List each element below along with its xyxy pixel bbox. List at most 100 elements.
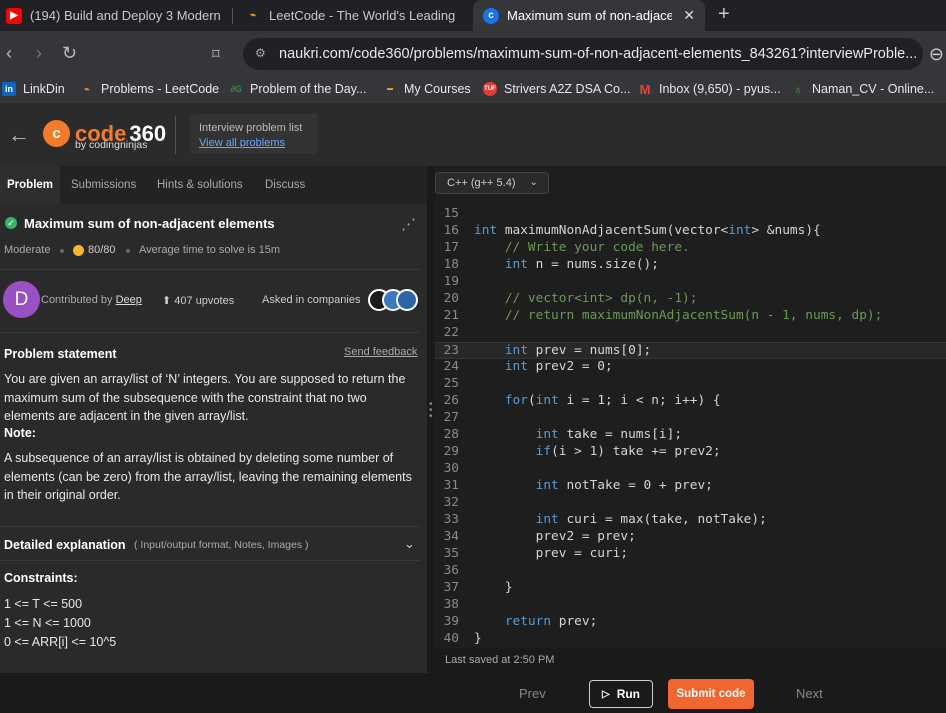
bookmark-gmail[interactable]: M Inbox (9,650) - pyus... <box>638 82 781 97</box>
divider <box>0 526 420 527</box>
code-line[interactable]: 16 int maximumNonAdjacentSum(vector<int> … <box>435 223 946 240</box>
contributor-link[interactable]: Deep <box>116 294 142 306</box>
tab-discuss[interactable]: Discuss <box>265 166 305 204</box>
code-line[interactable]: 15 <box>435 206 946 223</box>
bookmark-leetcode[interactable]: ⌁ Problems - LeetCode <box>80 82 219 96</box>
browser-tab-leetcode[interactable]: ⌁ LeetCode - The World's Leading Onl <box>245 0 458 31</box>
submit-code-button[interactable]: Submit code <box>668 679 754 709</box>
browser-tab-active[interactable]: c Maximum sum of non-adjacent ✕ <box>473 0 705 31</box>
url-text: naukri.com/code360/problems/maximum-sum-… <box>279 46 918 62</box>
code-line[interactable]: 38 <box>435 597 946 614</box>
problem-title: Maximum sum of non-adjacent elements <box>24 216 275 231</box>
bookmark-label: LinkDin <box>23 82 65 96</box>
line-number: 17 <box>443 240 459 255</box>
back-icon[interactable]: ‹ <box>6 43 12 64</box>
code-line[interactable]: 23 int prev = nums[0]; <box>435 342 946 359</box>
constraint-line: 1 <= N <= 1000 <box>4 616 91 630</box>
browser-tab-youtube[interactable]: ▶ (194) Build and Deploy 3 Modern UI <box>6 0 221 31</box>
codingninjas-icon: c <box>483 7 499 24</box>
next-button[interactable]: Next <box>796 686 823 701</box>
view-all-problems-link[interactable]: View all problems <box>199 137 285 149</box>
detailed-explanation-heading[interactable]: Detailed explanation <box>4 538 126 552</box>
company-logo-icon[interactable] <box>396 289 418 311</box>
browser-nav-bar: ‹ › ↻ ⌑ ⚙ naukri.com/code360/problems/ma… <box>0 31 946 78</box>
code-line[interactable]: 30 <box>435 461 946 478</box>
line-number: 39 <box>443 614 459 629</box>
code-line[interactable]: 40} <box>435 631 946 648</box>
code-line[interactable]: 26 for(int i = 1; i < n; i++) { <box>435 393 946 410</box>
line-number: 22 <box>443 325 459 340</box>
code-line[interactable]: 37 } <box>435 580 946 597</box>
code-editor[interactable]: 15 16 int maximumNonAdjacentSum(vector<int… <box>435 202 946 648</box>
line-number: 28 <box>443 427 459 442</box>
code-text: int maximumNonAdjacentSum(vector<int> &n… <box>474 223 821 238</box>
bookmark-star-icon[interactable]: ⌑ <box>212 45 220 63</box>
upvotes[interactable]: ⬆ 407 upvotes <box>162 294 234 307</box>
divider <box>0 332 420 333</box>
bookmark-label: Problems - LeetCode <box>101 82 220 96</box>
tab-hints-solutions[interactable]: Hints & solutions <box>157 166 243 204</box>
solved-check-icon: ✓ <box>5 217 17 229</box>
reload-icon[interactable]: ↻ <box>62 43 77 64</box>
code-line[interactable]: 39 return prev; <box>435 614 946 631</box>
code-line[interactable]: 18 int n = nums.size(); <box>435 257 946 274</box>
site-info-icon[interactable]: ⚙ <box>255 46 269 60</box>
panel-resize-handle[interactable]: • • • <box>427 166 435 673</box>
send-feedback-link[interactable]: Send feedback <box>344 346 417 358</box>
code-line[interactable]: 33 int curi = max(take, notTake); <box>435 512 946 529</box>
upvote-icon: ⬆ <box>162 295 172 307</box>
code-line[interactable]: 27 <box>435 410 946 427</box>
tab-title: LeetCode - The World's Leading Onl <box>269 8 458 23</box>
chevron-down-icon[interactable]: ⌄ <box>404 536 415 552</box>
avatar[interactable]: D <box>3 281 40 318</box>
code-line[interactable]: 36 <box>435 563 946 580</box>
bookmark-courses[interactable]: ▬ My Courses <box>383 82 471 96</box>
code-line[interactable]: 31 int notTake = 0 + prev; <box>435 478 946 495</box>
code-text: return prev; <box>504 614 598 629</box>
bookmark-gfg[interactable]: ∂G Problem of the Day... <box>229 82 366 96</box>
last-saved-label: Last saved at 2:50 PM <box>445 654 555 666</box>
bookmark-overleaf[interactable]: ♁ Naman_CV - Online... <box>791 82 934 97</box>
header-divider <box>175 116 176 154</box>
new-tab-button[interactable]: + <box>718 3 730 26</box>
line-number: 38 <box>443 597 459 612</box>
detailed-explanation-subtitle: ( Input/output format, Notes, Images ) <box>134 539 309 551</box>
code-line[interactable]: 28 int take = nums[i]; <box>435 427 946 444</box>
code-line[interactable]: 29 if(i > 1) take += prev2; <box>435 444 946 461</box>
bookmark-linkedin[interactable]: in LinkDin <box>2 82 65 96</box>
back-arrow-icon[interactable]: ← <box>8 122 30 148</box>
contributed-by-label: Contributed by <box>41 294 113 306</box>
linkedin-icon: in <box>2 82 16 96</box>
share-icon[interactable]: ⋰ <box>401 215 416 233</box>
code-text: int curi = max(take, notTake); <box>535 512 767 527</box>
code-line[interactable]: 17 // Write your code here. <box>435 240 946 257</box>
code-line[interactable]: 19 <box>435 274 946 291</box>
code-line[interactable]: 32 <box>435 495 946 512</box>
code-text: } <box>474 580 513 595</box>
problem-statement-heading: Problem statement <box>4 347 117 361</box>
code-text: int n = nums.size(); <box>504 257 659 272</box>
prev-button[interactable]: Prev <box>519 686 546 701</box>
address-bar[interactable]: ⚙ naukri.com/code360/problems/maximum-su… <box>243 38 923 70</box>
code-line[interactable]: 35 prev = curi; <box>435 546 946 563</box>
code-line[interactable]: 22 <box>435 325 946 342</box>
tab-submissions[interactable]: Submissions <box>71 166 136 204</box>
line-number: 26 <box>443 393 459 408</box>
code-line[interactable]: 20 // vector<int> dp(n, -1); <box>435 291 946 308</box>
code-line[interactable]: 21 // return maximumNonAdjacentSum(n - 1… <box>435 308 946 325</box>
line-number: 24 <box>443 359 459 374</box>
language-label: C++ (g++ 5.4) <box>447 177 516 189</box>
code-line[interactable]: 24 int prev2 = 0; <box>435 359 946 376</box>
bottom-action-bar: Prev ▷ Run Submit code Next <box>0 673 946 713</box>
forward-icon[interactable]: › <box>36 43 42 64</box>
tab-problem[interactable]: Problem <box>0 166 61 204</box>
gfg-icon: ∂G <box>230 84 242 94</box>
language-select[interactable]: C++ (g++ 5.4) ⌄ <box>435 172 549 194</box>
code-line[interactable]: 34 prev2 = prev; <box>435 529 946 546</box>
close-tab-icon[interactable]: ✕ <box>683 7 695 24</box>
line-number: 27 <box>443 410 459 425</box>
code-line[interactable]: 25 <box>435 376 946 393</box>
zoom-icon[interactable]: ⊖ <box>929 44 944 65</box>
bookmark-strivers[interactable]: TUF Strivers A2Z DSA Co... <box>483 82 630 96</box>
run-button[interactable]: ▷ Run <box>589 680 653 708</box>
